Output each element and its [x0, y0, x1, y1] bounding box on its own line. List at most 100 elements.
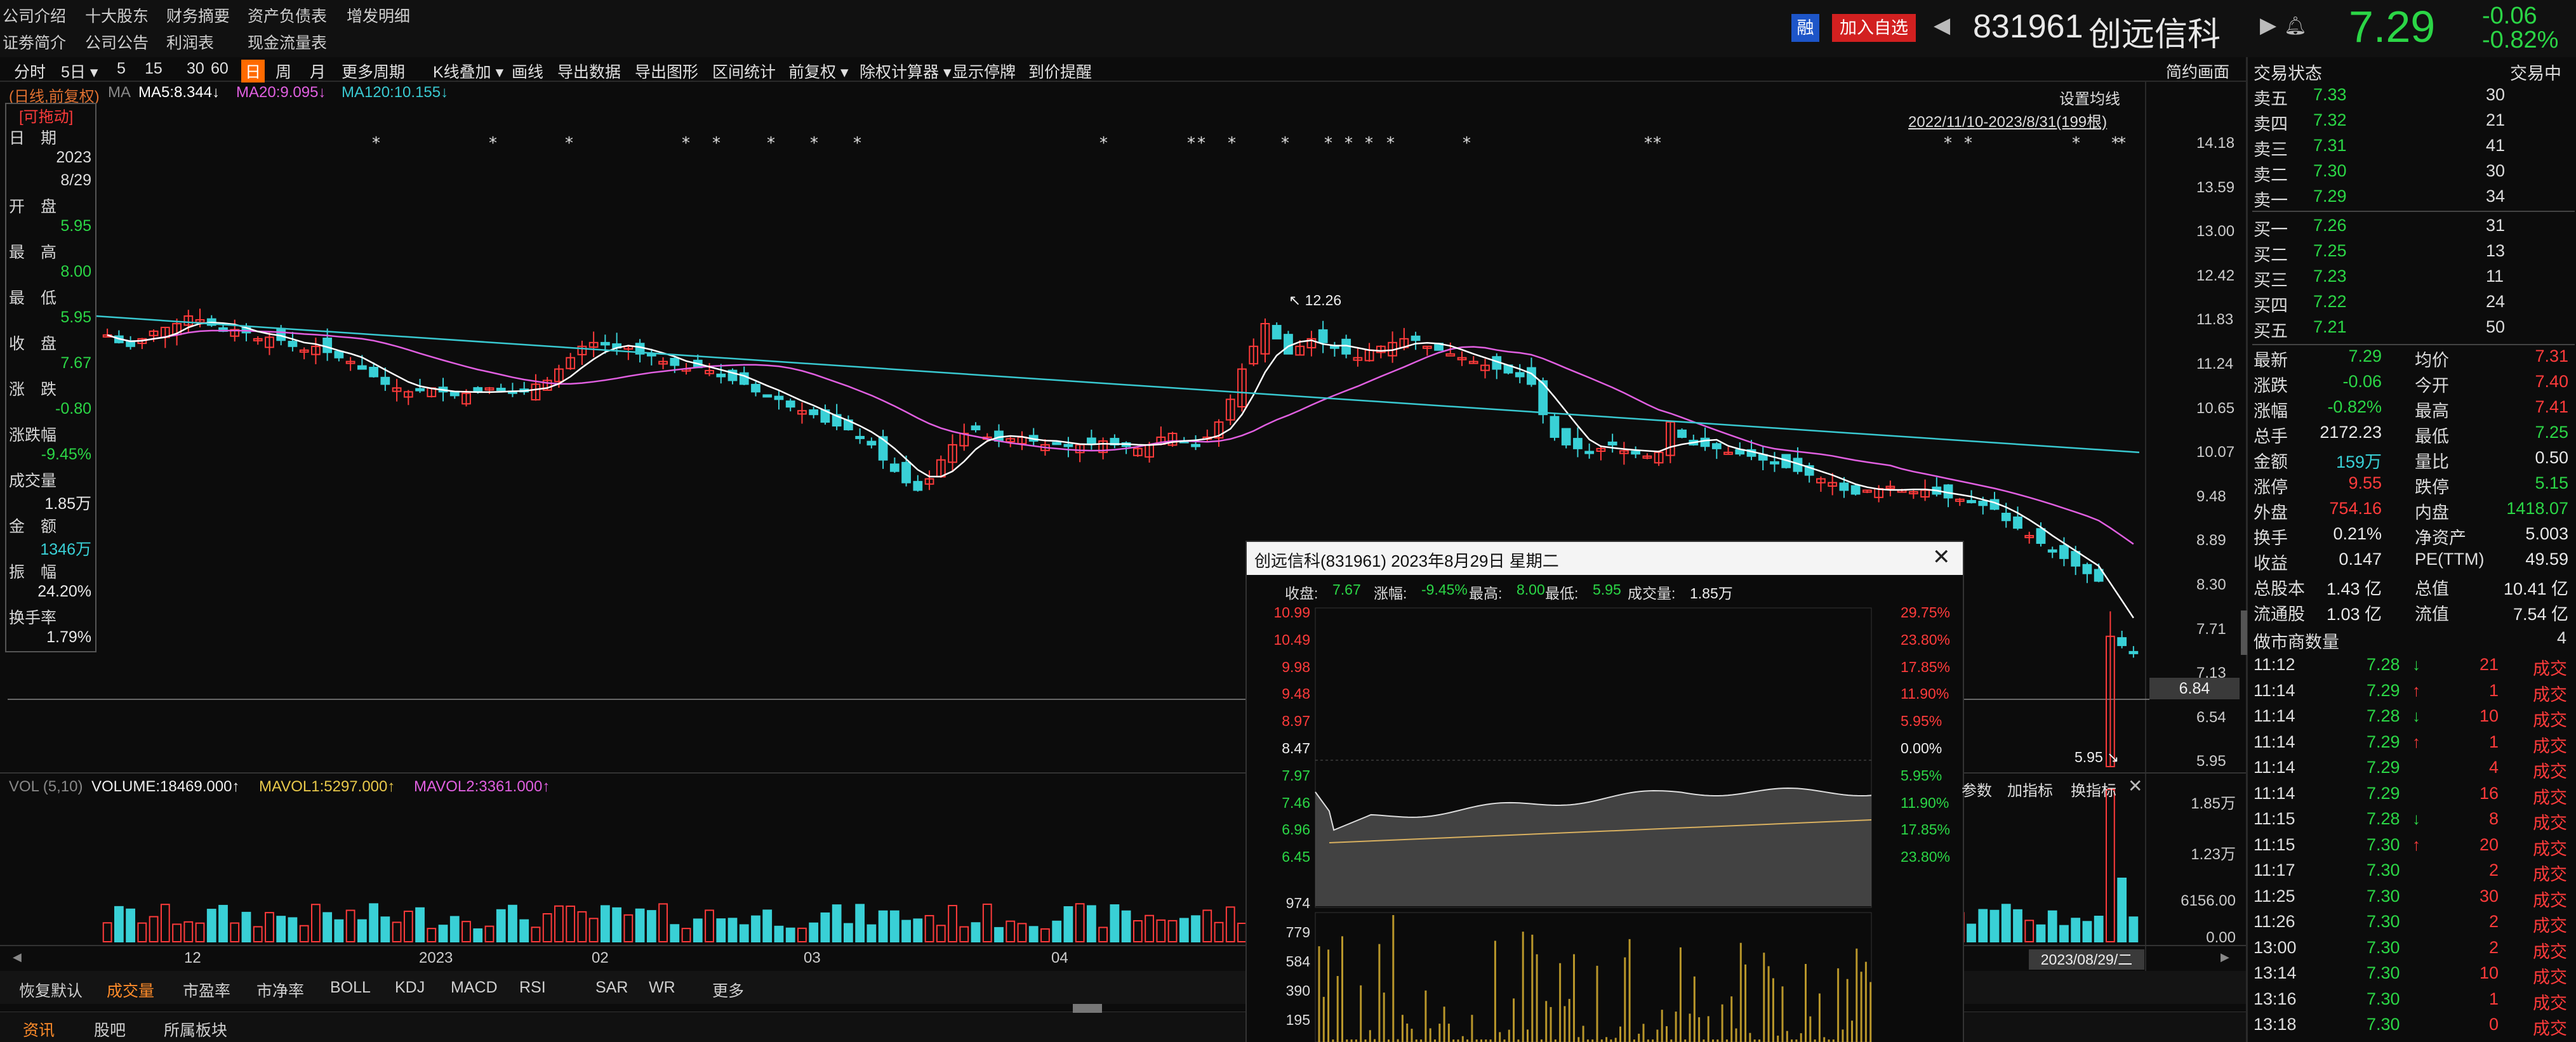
event-marker-icon[interactable]: * — [1365, 134, 1373, 153]
top-menu-item[interactable]: 财务摘要 — [166, 4, 230, 27]
top-menu-item[interactable]: 资产负债表 — [248, 4, 327, 27]
tick-volume: 1 — [2488, 680, 2499, 700]
popup-pct-tick: 5.95% — [1901, 713, 1942, 730]
bottom-tab[interactable]: 所属板块 — [164, 1018, 227, 1041]
indicator-tab[interactable]: 更多 — [712, 979, 744, 1001]
toolbar-18[interactable]: 到价提醒 — [1028, 60, 1092, 82]
set-ma-button[interactable]: 设置均线 — [2059, 86, 2120, 109]
toolbar-1[interactable]: 5日 ▾ — [61, 60, 98, 82]
top-menu-item[interactable]: 公司介绍 — [3, 4, 66, 27]
info-label: 金 额 — [9, 518, 57, 536]
tick-time: 11:17 — [2254, 861, 2295, 880]
panel-resize-handle[interactable] — [1073, 1004, 1102, 1013]
top-menu-item[interactable]: 现金流量表 — [248, 30, 327, 53]
event-marker-icon[interactable]: * — [372, 134, 380, 153]
toolbar-16[interactable]: 除权计算器 ▾ — [860, 60, 952, 82]
event-marker-icon[interactable]: * — [2118, 134, 2126, 153]
indicator-tab[interactable]: MACD — [451, 979, 498, 997]
panel-scrollbar[interactable] — [2241, 610, 2247, 655]
event-marker-icon[interactable]: * — [767, 134, 775, 153]
toolbar-15[interactable]: 前复权 ▾ — [788, 60, 849, 82]
event-marker-icon[interactable]: * — [1644, 134, 1652, 153]
toolbar-2[interactable]: 5 — [117, 60, 126, 78]
ask-price: 7.29 — [2313, 187, 2347, 206]
candle-body — [496, 388, 506, 392]
tick-price: 7.29 — [2367, 680, 2400, 700]
top-menu-item[interactable]: 利润表 — [166, 30, 214, 53]
indicator-tab[interactable]: SAR — [595, 979, 628, 997]
volume-bar — [716, 918, 726, 942]
volume-tool-button[interactable]: 换指标 — [2071, 778, 2116, 800]
bid-price: 7.26 — [2313, 216, 2347, 235]
event-marker-icon[interactable]: * — [1099, 134, 1108, 153]
indicator-tab[interactable]: 市盈率 — [183, 979, 230, 1001]
event-marker-icon[interactable]: * — [1944, 134, 1952, 153]
toolbar-4[interactable]: 30 — [187, 60, 204, 78]
event-marker-icon[interactable]: * — [1386, 134, 1395, 153]
event-marker-icon[interactable]: * — [682, 134, 690, 153]
event-marker-icon[interactable]: * — [1463, 134, 1471, 153]
toolbar-8[interactable]: 月 — [310, 60, 326, 82]
volume-bar — [334, 919, 344, 942]
event-marker-icon[interactable]: * — [853, 134, 861, 153]
toolbar-12[interactable]: 导出数据 — [557, 60, 621, 82]
indicator-tab[interactable]: RSI — [519, 979, 546, 997]
stat-value: 0.50 — [2535, 448, 2568, 467]
popup-close-icon[interactable]: ✕ — [1932, 544, 1951, 570]
toolbar-7[interactable]: 周 — [276, 60, 291, 82]
toolbar-9[interactable]: 更多周期 — [342, 60, 405, 82]
toolbar-5[interactable]: 60 — [211, 60, 229, 78]
ask-price: 7.32 — [2313, 110, 2347, 129]
info-label: 振 幅 — [9, 564, 57, 581]
tick-type: 成交 — [2533, 659, 2567, 678]
indicator-tab[interactable]: 恢复默认 — [19, 979, 83, 1001]
top-menu-item[interactable]: 证劵简介 — [3, 30, 66, 53]
bottom-tab[interactable]: 股吧 — [94, 1018, 126, 1041]
toolbar-14[interactable]: 区间统计 — [712, 60, 776, 82]
event-marker-icon[interactable]: * — [1324, 134, 1332, 153]
volume-bar — [785, 927, 795, 942]
event-marker-icon[interactable]: * — [810, 134, 818, 153]
candle-body — [971, 425, 981, 431]
toolbar-13[interactable]: 导出图形 — [635, 60, 698, 82]
toolbar-10[interactable]: K线叠加 ▾ — [433, 60, 503, 82]
toolbar-17[interactable]: 显示停牌 — [952, 60, 1016, 82]
event-marker-icon[interactable]: * — [565, 134, 573, 153]
event-marker-icon[interactable]: * — [489, 134, 497, 153]
volume-tool-button[interactable]: 加指标 — [2007, 778, 2053, 800]
bottom-tab[interactable]: 资讯 — [23, 1018, 55, 1041]
toolbar-6[interactable]: 日 — [241, 60, 265, 82]
volume-bar — [519, 919, 529, 943]
event-marker-icon[interactable]: * — [1344, 134, 1353, 153]
top-menu-item[interactable]: 公司公告 — [85, 30, 149, 53]
event-marker-icon[interactable]: * — [1653, 134, 1661, 153]
scroll-right-icon[interactable]: ▶ — [2221, 951, 2229, 964]
indicator-tab[interactable]: BOLL — [330, 979, 371, 997]
top-menu-item[interactable]: 增发明细 — [347, 4, 410, 27]
indicator-tab[interactable]: WR — [649, 979, 675, 997]
indicator-tab[interactable]: 市净率 — [256, 979, 304, 1001]
scroll-left-icon[interactable]: ◀ — [13, 951, 22, 964]
event-marker-icon[interactable]: * — [1228, 134, 1236, 153]
top-menu-item[interactable]: 十大股东 — [85, 4, 149, 27]
close-indicator-icon[interactable]: ✕ — [2128, 775, 2142, 796]
volume-tool-button[interactable]: 参数 — [1962, 778, 1992, 800]
indicator-tab[interactable]: KDJ — [395, 979, 425, 997]
price-tick: 5.95 — [2196, 753, 2226, 770]
chart-range-label[interactable]: 2022/11/10-2023/8/31(199根) — [1908, 109, 2107, 131]
toolbar-3[interactable]: 15 — [145, 60, 163, 78]
event-marker-icon[interactable]: * — [1197, 134, 1205, 153]
volume-bar — [403, 911, 413, 943]
volume-bar — [623, 914, 634, 942]
candle-body — [1978, 501, 1988, 506]
event-marker-icon[interactable]: * — [2072, 134, 2080, 153]
indicator-tab[interactable]: 成交量 — [107, 979, 154, 1001]
event-marker-icon[interactable]: * — [712, 134, 720, 153]
event-marker-icon[interactable]: * — [1964, 134, 1972, 153]
event-marker-icon[interactable]: * — [1281, 134, 1289, 153]
popup-pct-tick: 11.90% — [1901, 794, 1949, 811]
toolbar-11[interactable]: 画线 — [512, 60, 543, 82]
event-marker-icon[interactable]: * — [1187, 134, 1195, 153]
toolbar-0[interactable]: 分时 — [14, 60, 46, 82]
day-detail-popup[interactable]: 创远信科(831961) 2023年8月29日 星期二 ✕ 收盘: 7.67 涨幅:… — [1245, 541, 1964, 1042]
